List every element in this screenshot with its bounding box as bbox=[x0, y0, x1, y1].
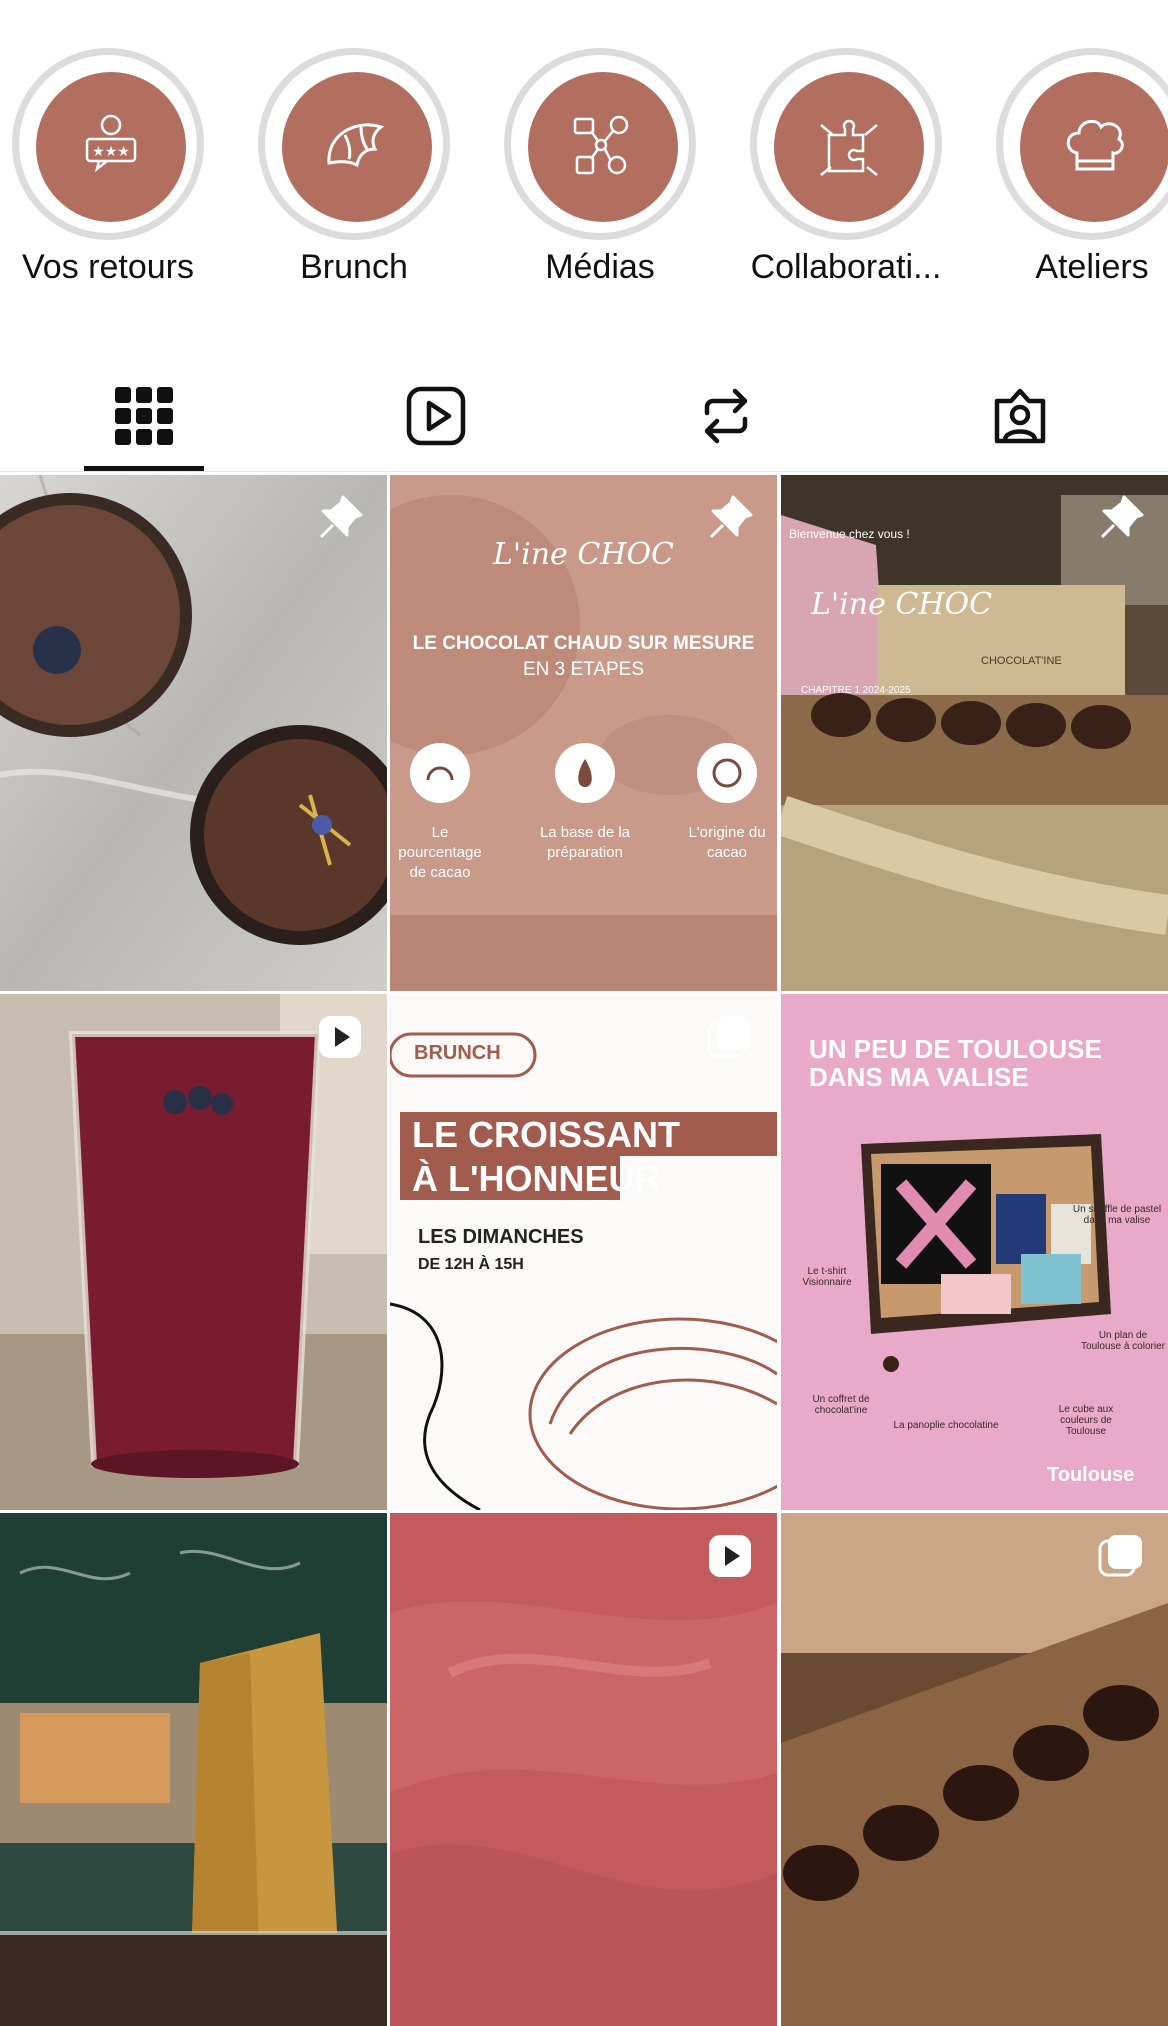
card-logo: L'ine CHOC bbox=[811, 587, 993, 622]
post-line1: LES DIMANCHES bbox=[418, 1226, 584, 1248]
callout-label: Le cube aux couleurs de Toulouse bbox=[1058, 1404, 1114, 1437]
post-title: LE CHOCOLAT CHAUD SUR MESURE bbox=[412, 633, 755, 654]
highlight-ateliers[interactable]: Ateliers bbox=[992, 44, 1168, 304]
callout-label: Un coffret de chocolat'ine bbox=[812, 1394, 870, 1416]
card-text: Bienvenue chez vous ! bbox=[789, 527, 910, 541]
reel-icon bbox=[705, 1531, 755, 1581]
post-tile-paper-bag[interactable] bbox=[0, 1513, 387, 2026]
post-title-line2: DANS MA VALISE bbox=[809, 1062, 1029, 1092]
post-image bbox=[0, 994, 387, 1510]
callout-label: Un souffle de pastel dans ma valise bbox=[1072, 1204, 1162, 1226]
step-label: Le pourcentage de cacao bbox=[398, 824, 482, 881]
callout-label: Le t-shirt Visionnaire bbox=[802, 1266, 852, 1288]
carousel-icon bbox=[705, 1012, 755, 1062]
post-tile-pink-paste[interactable] bbox=[390, 1513, 777, 2026]
callout-label: Un plan de Toulouse à colorier bbox=[1081, 1330, 1165, 1352]
post-tile-smoothie-glass[interactable] bbox=[0, 994, 387, 1510]
highlight-label: Brunch bbox=[300, 248, 408, 286]
post-subtitle: EN 3 ETAPES bbox=[522, 659, 645, 680]
post-tile-smoothie-bowls[interactable] bbox=[0, 475, 387, 991]
post-line2: DE 12H À 15H bbox=[418, 1256, 524, 1273]
croissant-icon bbox=[282, 72, 432, 222]
carousel-icon bbox=[1096, 1531, 1146, 1581]
post-image bbox=[0, 475, 387, 991]
post-tile-toulouse-valise[interactable]: UN PEU DE TOULOUSE DANS MA VALISE Le t-s… bbox=[781, 994, 1168, 1510]
post-image bbox=[781, 475, 1168, 991]
post-tile-chocolatines-board[interactable] bbox=[781, 1513, 1168, 2026]
profile-tabs bbox=[0, 360, 1168, 472]
media-network-icon bbox=[528, 72, 678, 222]
active-tab-indicator bbox=[84, 466, 204, 471]
post-image bbox=[390, 1513, 777, 2026]
highlight-label: Collaborati... bbox=[750, 248, 942, 286]
post-image bbox=[390, 994, 777, 1510]
highlight-label: Vos retours bbox=[22, 248, 194, 286]
post-title-line1: UN PEU DE TOULOUSE bbox=[809, 1034, 1102, 1064]
post-image bbox=[781, 1513, 1168, 2026]
post-image bbox=[0, 1513, 387, 2026]
svg-text:★★★: ★★★ bbox=[92, 144, 130, 160]
post-tile-chocolatine-box[interactable]: Bienvenue chez vous ! L'ine CHOC CHAPITR… bbox=[781, 475, 1168, 991]
posts-grid: L'ine CHOC LE CHOCOLAT CHAUD SUR MESURE … bbox=[0, 475, 1168, 2026]
pin-icon bbox=[1096, 493, 1146, 543]
chef-hat-icon bbox=[1020, 72, 1168, 222]
puzzle-hands-icon bbox=[774, 72, 924, 222]
highlight-brunch[interactable]: Brunch bbox=[254, 44, 454, 304]
highlight-medias[interactable]: Médias bbox=[500, 44, 700, 304]
tab-reposts[interactable] bbox=[666, 360, 786, 472]
pin-icon bbox=[315, 493, 365, 543]
reel-icon bbox=[315, 1012, 365, 1062]
post-tag: BRUNCH bbox=[414, 1042, 501, 1064]
box-label: CHOCOLAT'INE bbox=[981, 655, 1062, 667]
story-highlights: ★★★ Vos retours Brunch Médias Collaborat… bbox=[0, 0, 1168, 320]
card-small-text: CHAPITRE 1 2024-2025 bbox=[801, 685, 911, 696]
post-title-line2: À L'HONNEUR bbox=[412, 1158, 661, 1199]
tab-posts[interactable] bbox=[84, 360, 204, 472]
reels-icon bbox=[406, 386, 466, 446]
tagged-person-icon bbox=[994, 388, 1046, 444]
highlight-label: Ateliers bbox=[1035, 248, 1149, 286]
highlight-collaborations[interactable]: Collaborati... bbox=[746, 44, 946, 304]
post-tile-chocolat-chaud[interactable]: L'ine CHOC LE CHOCOLAT CHAUD SUR MESURE … bbox=[390, 475, 777, 991]
post-title-line1: LE CROISSANT bbox=[412, 1114, 681, 1155]
review-stars-icon: ★★★ bbox=[36, 72, 186, 222]
repost-icon bbox=[704, 388, 748, 444]
grid-icon bbox=[115, 387, 173, 445]
brand-label: Toulouse bbox=[1047, 1464, 1135, 1486]
highlight-vos-retours[interactable]: ★★★ Vos retours bbox=[8, 44, 208, 304]
pin-icon bbox=[705, 493, 755, 543]
tab-reels[interactable] bbox=[376, 360, 496, 472]
post-tile-croissant-brunch[interactable]: BRUNCH LE CROISSANT À L'HONNEUR LES DIMA… bbox=[390, 994, 777, 1510]
step-label: La base de la préparation bbox=[539, 824, 631, 861]
step-label: L'origine du cacao bbox=[688, 824, 766, 861]
tab-tagged[interactable] bbox=[960, 360, 1080, 472]
highlight-label: Médias bbox=[545, 248, 655, 286]
callout-label: La panoplie chocolatine bbox=[893, 1420, 999, 1431]
